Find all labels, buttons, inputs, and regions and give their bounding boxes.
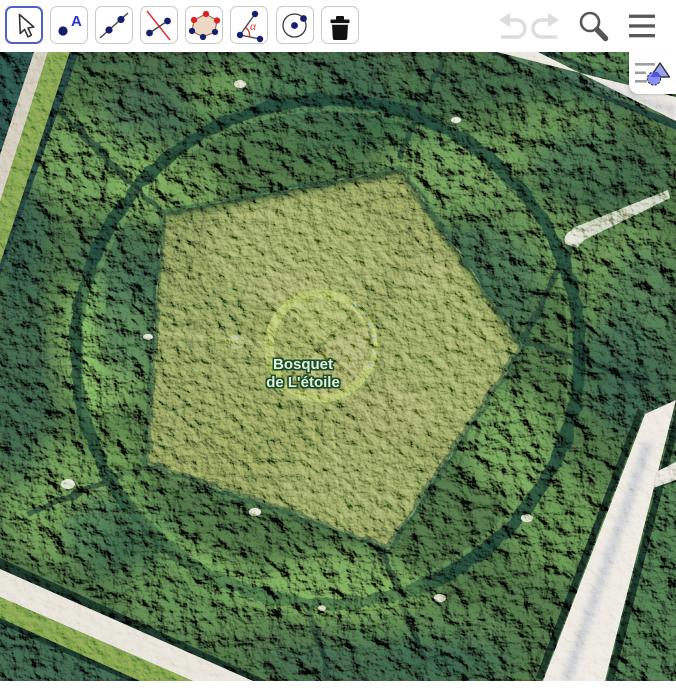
svg-text:A: A [71,13,82,30]
svg-text:α: α [250,21,257,33]
